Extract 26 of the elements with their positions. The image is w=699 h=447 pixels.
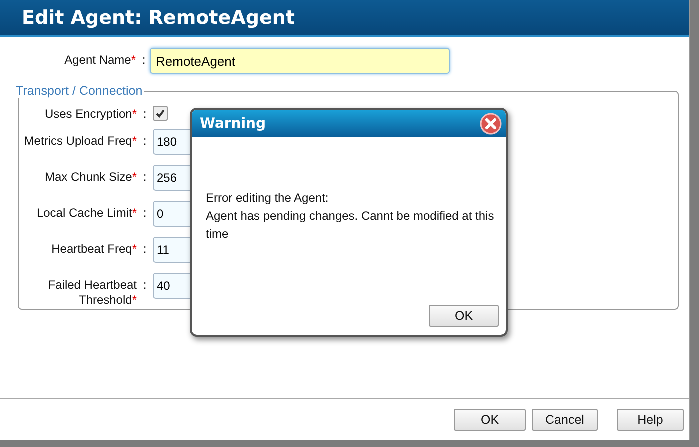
colon-text: : <box>142 205 148 221</box>
field-label: Failed Heartbeat Threshold* <box>47 277 137 308</box>
message-text: Error editing the Agent: <box>206 190 330 207</box>
dialog-button[interactable]: Help <box>617 408 684 430</box>
colon-text: : <box>141 52 147 68</box>
field-label: Metrics Upload Freq* <box>23 133 137 149</box>
ok-button[interactable]: OK <box>429 305 499 327</box>
colon-text: : <box>142 133 148 149</box>
close-icon[interactable] <box>480 112 502 134</box>
section-legend: Transport / Connection <box>15 84 144 98</box>
dialog-button[interactable]: OK <box>454 408 526 430</box>
agent-name-field[interactable]: RemoteAgent <box>150 48 450 74</box>
field-label: Agent Name* <box>64 52 136 68</box>
dialog-title: Edit Agent: RemoteAgent <box>22 6 295 28</box>
colon-text: : <box>142 169 148 185</box>
dialog-title: Warning <box>200 116 266 132</box>
dialog-button[interactable]: Cancel <box>532 408 598 430</box>
colon-text: : <box>142 106 148 122</box>
field-label: Uses Encryption* <box>44 106 137 122</box>
checkbox[interactable] <box>153 106 168 121</box>
colon-text: : <box>142 241 148 257</box>
field-label: Heartbeat Freq* <box>50 241 137 257</box>
message-text: Agent has pending changes. Cannt be modified at this time <box>206 208 496 243</box>
field-label: Local Cache Limit* <box>36 205 137 221</box>
field-label: Max Chunk Size* <box>44 169 137 185</box>
colon-text: : <box>142 277 148 293</box>
